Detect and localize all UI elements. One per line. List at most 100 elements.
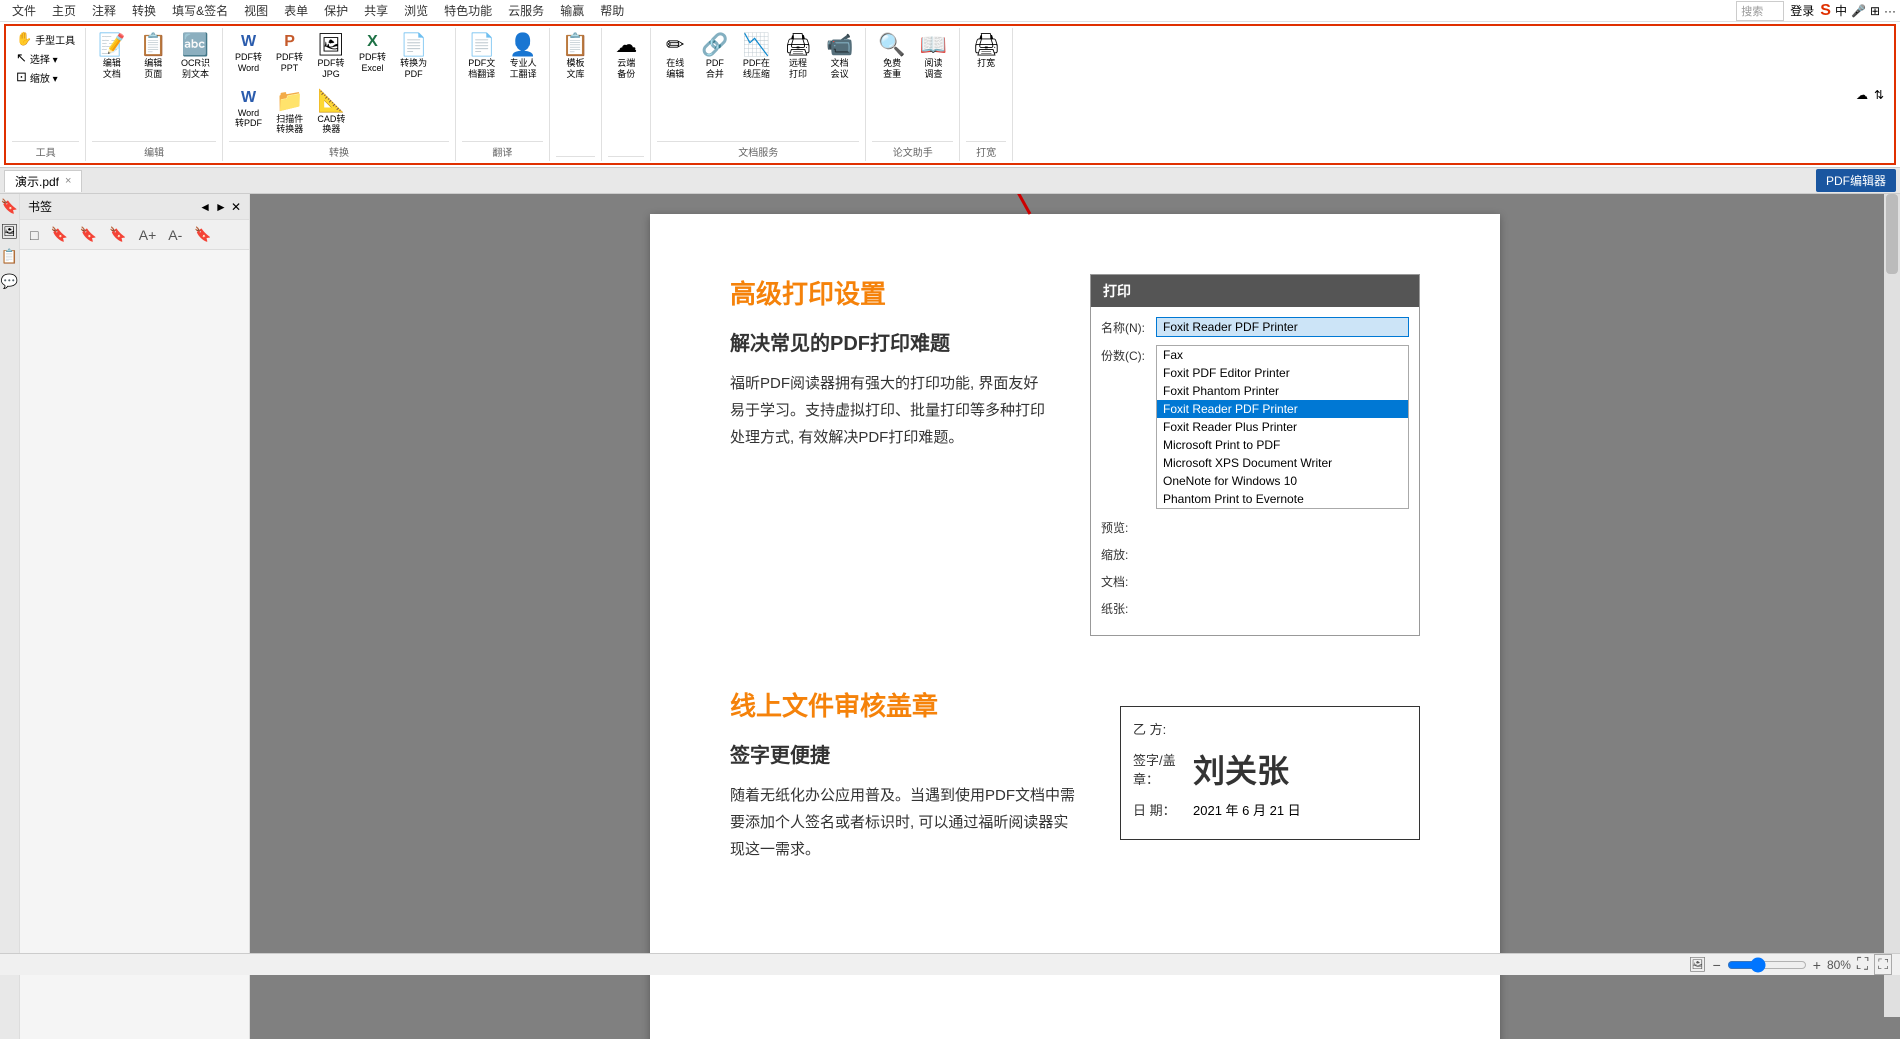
zoom-out-btn[interactable]: − [1713, 957, 1721, 973]
printer-foxit-plus[interactable]: Foxit Reader Plus Printer [1157, 418, 1408, 436]
word-to-pdf-btn[interactable]: W Word转PDF [229, 86, 268, 134]
menu-annotate[interactable]: 注释 [84, 0, 124, 21]
menu-special[interactable]: 特色功能 [436, 0, 500, 21]
fit-page-btn[interactable]: ⛶ [1874, 954, 1892, 975]
ocr-btn[interactable]: 🔤 OCR识别文本 [175, 30, 216, 84]
pdf-compress-btn[interactable]: 📉 PDF在线压缩 [737, 30, 776, 84]
sidebar-tool-3[interactable]: 🔖 [76, 224, 101, 245]
free-check-btn[interactable]: 🔍 免费查重 [872, 30, 911, 84]
convert-label: 转换 [229, 141, 449, 159]
scan-converter-btn[interactable]: 📁 扫描件转换器 [270, 86, 309, 140]
print-name-input[interactable]: Foxit Reader PDF Printer [1156, 317, 1409, 337]
printer-ms-xps[interactable]: Microsoft XPS Document Writer [1157, 454, 1408, 472]
pdf-to-word-btn[interactable]: W PDF转Word [229, 30, 268, 78]
menu-file[interactable]: 文件 [4, 0, 44, 21]
left-icon-2[interactable]: 🖼 [1, 223, 19, 240]
pdf-translate-btn[interactable]: 📄 PDF文档翻译 [462, 30, 501, 84]
pdf-to-excel-btn[interactable]: X PDF转Excel [353, 30, 392, 78]
date-label: 日 期： [1133, 800, 1193, 819]
menu-cloud[interactable]: 云服务 [500, 0, 552, 21]
vertical-scrollbar[interactable] [1884, 194, 1900, 1017]
section2-subtitle: 签字更便捷 [730, 739, 1080, 768]
sidebar-nav-prev[interactable]: ◄ [199, 200, 211, 214]
pdf-to-ppt-btn[interactable]: P PDF转PPT [270, 30, 309, 78]
edit-page-btn[interactable]: 📋 编辑页面 [134, 30, 173, 84]
printer-phantom-evernote[interactable]: Phantom Print to Evernote [1157, 490, 1408, 508]
printer-foxit-editor[interactable]: Foxit PDF Editor Printer [1157, 364, 1408, 382]
menu-browse[interactable]: 浏览 [396, 0, 436, 21]
sidebar-header: 书签 ◄ ► ✕ [20, 194, 249, 220]
cad-icon: 📐 [318, 90, 345, 112]
section1-row: 高级打印设置 解决常见的PDF打印难题 福昕PDF阅读器拥有强大的打印功能, 界… [730, 274, 1420, 636]
scrollbar-thumb[interactable] [1886, 194, 1898, 274]
sidebar-close[interactable]: ✕ [231, 200, 241, 214]
template-btn[interactable]: 📋 模板文库 [556, 30, 595, 84]
pdf-merge-btn[interactable]: 🔗 PDF合并 [695, 30, 734, 84]
signature-area: 乙 方: 签字/盖章： 刘关张 日 期： 2021 年 6 月 21 日 [1120, 706, 1420, 840]
sidebar-tool-4[interactable]: 🔖 [105, 224, 130, 245]
menu-form[interactable]: 表单 [276, 0, 316, 21]
more-icon[interactable]: ··· [1884, 4, 1896, 18]
login-button[interactable]: 登录 [1790, 2, 1814, 19]
sidebar-nav-next[interactable]: ► [215, 200, 227, 214]
tab-close-btn[interactable]: × [65, 175, 71, 187]
to-pdf-btn[interactable]: 📄 转换为PDF [394, 30, 433, 84]
party-label: 乙 方: [1133, 719, 1193, 738]
read-survey-icon: 📖 [920, 34, 947, 56]
zoom-slider[interactable] [1727, 957, 1807, 973]
select-tool-btn[interactable]: ↖ 选择 ▾ [12, 49, 79, 67]
assistant-label: 论文助手 [872, 141, 953, 159]
hand-tool-btn[interactable]: ✋ 手型工具 [12, 30, 79, 48]
menu-help[interactable]: 帮助 [592, 0, 632, 21]
printer-fax[interactable]: Fax [1157, 346, 1408, 364]
sidebar-tool-1[interactable]: □ [26, 225, 42, 245]
manual-translate-btn[interactable]: 👤 专业人工翻译 [503, 30, 542, 84]
sidebar-content [20, 250, 249, 1039]
print-btn[interactable]: 🖨 打宽 [966, 30, 1006, 73]
sidebar-tool-7[interactable]: 🔖 [190, 224, 215, 245]
printer-onenote[interactable]: OneNote for Windows 10 [1157, 472, 1408, 490]
fullscreen-btn[interactable]: ⛶ [1857, 956, 1868, 974]
lang-switch[interactable]: 中 [1835, 2, 1847, 19]
read-survey-btn[interactable]: 📖 阅读调查 [914, 30, 953, 84]
cloud-backup-btn[interactable]: ☁ 云端备份 [608, 30, 644, 84]
sidebar-tool-2[interactable]: 🔖 [46, 224, 71, 245]
left-icon-4[interactable]: 💬 [1, 273, 18, 290]
pdf-to-jpg-btn[interactable]: 🖼 PDF转JPG [311, 30, 351, 84]
menu-convert[interactable]: 转换 [124, 0, 164, 21]
sig-label: 签字/盖章： [1133, 750, 1193, 788]
sidebar-tool-5[interactable]: A+ [135, 225, 161, 245]
signature-name: 刘关张 [1193, 746, 1289, 792]
remote-print-btn[interactable]: 🖨 远程打印 [778, 30, 818, 84]
edit-doc-btn[interactable]: 📝 编辑文档 [92, 30, 131, 84]
grid-icon[interactable]: ⊞ [1870, 4, 1880, 18]
tab-demo-pdf[interactable]: 演示.pdf × [4, 170, 82, 192]
print-zoom-field: 缩放: [1101, 544, 1409, 563]
thumbnail-view-btn[interactable]: 🖼 [1689, 956, 1707, 973]
doc-meeting-btn[interactable]: 📹 文档会议 [820, 30, 859, 84]
search-box[interactable]: 搜索 [1736, 1, 1784, 21]
cloud-icon: ☁ [615, 34, 637, 56]
menu-share[interactable]: 共享 [356, 0, 396, 21]
cloud-status-icon[interactable]: ☁ [1856, 88, 1868, 102]
online-edit-btn[interactable]: ✏ 在线编辑 [657, 30, 693, 84]
printer-foxit-phantom[interactable]: Foxit Phantom Printer [1157, 382, 1408, 400]
print-copies-label: 份数(C): [1101, 345, 1156, 364]
zoom-in-btn[interactable]: + [1813, 957, 1821, 973]
printer-foxit-reader[interactable]: Foxit Reader PDF Printer [1157, 400, 1408, 418]
zoom-tool-btn[interactable]: ⊡ 缩放 ▾ [12, 68, 79, 86]
sync-icon[interactable]: ⇅ [1874, 88, 1884, 102]
cad-converter-btn[interactable]: 📐 CAD转换器 [311, 86, 351, 140]
menu-home[interactable]: 主页 [44, 0, 84, 21]
to-pdf-icon: 📄 [400, 34, 427, 56]
left-icon-3[interactable]: 📋 [1, 248, 18, 265]
mic-icon[interactable]: 🎤 [1851, 4, 1866, 18]
menu-reward[interactable]: 输赢 [552, 0, 592, 21]
pdf-editor-tab-btn[interactable]: PDF编辑器 [1816, 169, 1896, 192]
left-icon-1[interactable]: 🔖 [1, 198, 18, 215]
printer-ms-pdf[interactable]: Microsoft Print to PDF [1157, 436, 1408, 454]
menu-protect[interactable]: 保护 [316, 0, 356, 21]
menu-sign[interactable]: 填写&签名 [164, 0, 236, 21]
sidebar-tool-6[interactable]: A- [164, 225, 186, 245]
menu-view[interactable]: 视图 [236, 0, 276, 21]
